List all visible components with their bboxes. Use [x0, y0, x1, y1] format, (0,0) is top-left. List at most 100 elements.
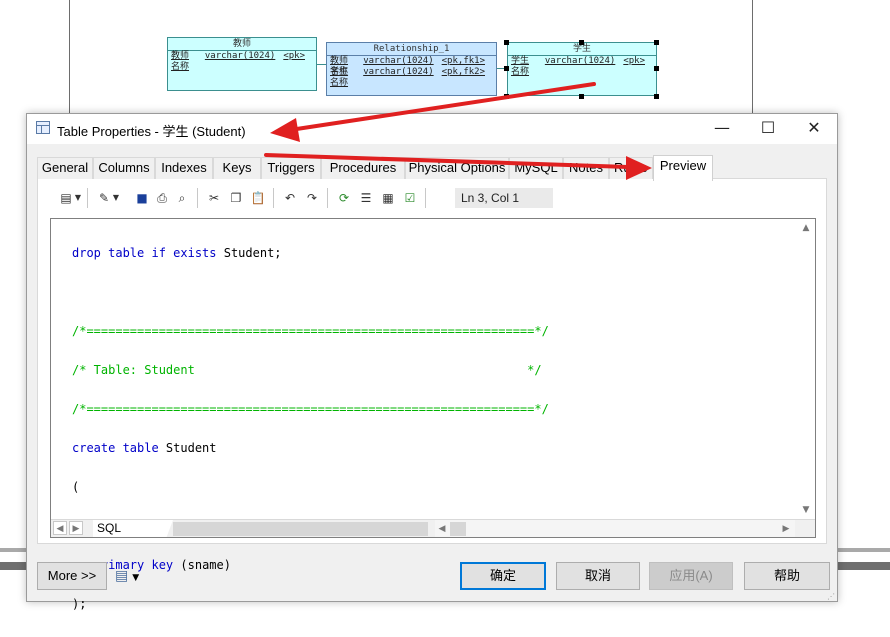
er-column-key: <pk> — [623, 56, 645, 66]
properties-icon[interactable]: ▦ — [379, 189, 397, 207]
minimize-button[interactable]: — — [699, 114, 745, 144]
selection-handle[interactable] — [579, 94, 584, 99]
dialog-title: Table Properties - 学生 (Student) — [57, 124, 246, 139]
scroll-left-icon[interactable]: ◀ — [435, 522, 449, 536]
scroll-down-icon[interactable]: ▼ — [799, 503, 813, 517]
tab-scroll-left-icon[interactable]: ◀ — [53, 521, 67, 535]
er-table-relationship[interactable]: Relationship_1 教师名称 varchar(1024) <pk,fk… — [326, 42, 497, 96]
tab-keys[interactable]: Keys — [213, 157, 261, 179]
check-icon[interactable]: ☑ — [401, 189, 419, 207]
toolbar-separator — [87, 188, 88, 208]
tab-notes[interactable]: Notes — [563, 157, 609, 179]
sql-preview-editor[interactable]: drop table if exists Student; /*========… — [50, 218, 816, 611]
er-table-teacher[interactable]: 教师 教师名称 varchar(1024) <pk> — [167, 37, 317, 91]
close-button[interactable]: ✕ — [791, 114, 837, 144]
tab-general[interactable]: General — [37, 157, 93, 179]
er-column-key: <pk,fk1> — [441, 56, 485, 66]
er-table-row: 学生名称 varchar(1024) <pk,fk2> — [327, 67, 496, 88]
horizontal-scrollbar[interactable]: ◀ ▶ — [435, 520, 795, 537]
list-icon[interactable]: ☰ — [357, 189, 375, 207]
selection-handle[interactable] — [579, 40, 584, 45]
selection-handle[interactable] — [504, 94, 509, 99]
toolbar-separator — [425, 188, 426, 208]
tab-indexes[interactable]: Indexes — [155, 157, 213, 179]
more-button[interactable]: More >> — [37, 562, 107, 590]
editor-gutter — [51, 219, 71, 519]
er-column-type: varchar(1024) — [544, 56, 616, 66]
apply-button[interactable]: 应用(A) — [649, 562, 733, 590]
toolbar-separator — [197, 188, 198, 208]
cancel-button[interactable]: 取消 — [556, 562, 640, 590]
maximize-button[interactable]: ☐ — [745, 114, 791, 144]
horizontal-scroll-thumb[interactable] — [450, 522, 466, 536]
er-table-row: 教师名称 varchar(1024) <pk,fk1> — [327, 56, 496, 77]
er-column-name: 教师名称 — [171, 51, 190, 72]
selection-handle[interactable] — [504, 66, 509, 71]
er-table-row: 教师名称 varchar(1024) <pk> — [168, 51, 316, 72]
paste-icon[interactable]: 📋 — [249, 189, 267, 207]
er-table-title: Relationship_1 — [327, 43, 496, 56]
sql-tab[interactable]: SQL — [93, 520, 173, 537]
tab-mysql[interactable]: MySQL — [509, 157, 563, 179]
toolbar-separator — [327, 188, 328, 208]
canvas-strip — [838, 562, 890, 570]
undo-icon[interactable]: ↶ — [281, 189, 299, 207]
code-line: /*======================================… — [72, 324, 549, 338]
er-column-key: <pk> — [283, 51, 305, 61]
editor-bottom-bar: ◀ ▶ SQL ◀ ▶ — [51, 519, 815, 537]
redo-icon[interactable]: ↷ — [303, 189, 321, 207]
chevron-down-icon[interactable]: ▼ — [73, 189, 83, 207]
scroll-up-icon[interactable]: ▲ — [799, 221, 813, 235]
document-icon: ▤ — [115, 568, 129, 584]
tab-preview[interactable]: Preview — [653, 155, 713, 181]
er-table-row: 学生名称 varchar(1024) <pk> — [508, 56, 656, 77]
er-table-title: 教师 — [168, 38, 316, 51]
save-icon[interactable]: ■ — [133, 189, 151, 207]
help-button[interactable]: 帮助 — [744, 562, 830, 590]
cut-icon[interactable]: ✂ — [205, 189, 223, 207]
chevron-down-icon[interactable]: ▼ — [111, 189, 121, 207]
tab-procedures[interactable]: Procedures — [321, 157, 405, 179]
code-line: ( — [72, 480, 80, 494]
vertical-scrollbar[interactable]: ▲ ▼ — [797, 219, 815, 519]
dialog-titlebar[interactable]: Table Properties - 学生 (Student) — ☐ ✕ — [27, 114, 837, 144]
ok-button[interactable]: 确定 — [460, 562, 546, 590]
selection-handle[interactable] — [654, 40, 659, 45]
er-column-name: 教师名称 — [330, 56, 349, 77]
code-line: /*======================================… — [72, 402, 549, 416]
canvas-border-right — [752, 0, 753, 115]
er-column-key: <pk,fk2> — [441, 67, 485, 77]
code-line: drop table if exists Student; — [72, 246, 282, 260]
er-column-type: varchar(1024) — [363, 67, 434, 77]
er-column-name: 学生名称 — [511, 56, 530, 77]
copy-icon[interactable]: ❐ — [227, 189, 245, 207]
tab-scroll-right-icon[interactable]: ▶ — [69, 521, 83, 535]
code-line: /* Table: Student */ — [72, 363, 542, 377]
table-icon — [36, 121, 50, 134]
find-icon[interactable]: ⌕ — [173, 189, 191, 207]
print-icon[interactable]: ⎙ — [153, 189, 171, 207]
tab-columns[interactable]: Columns — [93, 157, 155, 179]
tab-triggers[interactable]: Triggers — [261, 157, 321, 179]
script-menu-button[interactable]: ▤ ▼ — [115, 566, 149, 586]
tab-rules[interactable]: Rules — [609, 157, 653, 179]
refresh-icon[interactable]: ⟳ — [335, 189, 353, 207]
chevron-down-icon: ▼ — [132, 573, 140, 583]
sql-code[interactable]: drop table if exists Student; /*========… — [72, 221, 792, 611]
scroll-right-icon[interactable]: ▶ — [779, 522, 793, 536]
er-connector — [317, 64, 326, 65]
canvas-strip — [838, 548, 890, 552]
cursor-position: Ln 3, Col 1 — [455, 188, 553, 208]
code-line: create table Student — [72, 441, 217, 455]
selection-handle[interactable] — [504, 40, 509, 45]
selection-handle[interactable] — [654, 66, 659, 71]
er-column-type: varchar(1024) — [204, 51, 276, 61]
selection-handle[interactable] — [654, 94, 659, 99]
tab-physical-options[interactable]: Physical Options — [405, 157, 509, 179]
table-properties-dialog: Table Properties - 学生 (Student) — ☐ ✕ Ge… — [26, 113, 838, 611]
er-table-student[interactable]: 学生 学生名称 varchar(1024) <pk> — [507, 42, 657, 96]
preview-toolbar: ▤ ▼ ✎ ▼ ■ ⎙ ⌕ ✂ ❐ 📋 ↶ ↷ ⟳ ☰ ▦ ☑ Ln 3, Co… — [45, 186, 565, 210]
resize-grip-icon[interactable]: ⋰ — [827, 592, 837, 602]
toolbar-separator — [273, 188, 274, 208]
